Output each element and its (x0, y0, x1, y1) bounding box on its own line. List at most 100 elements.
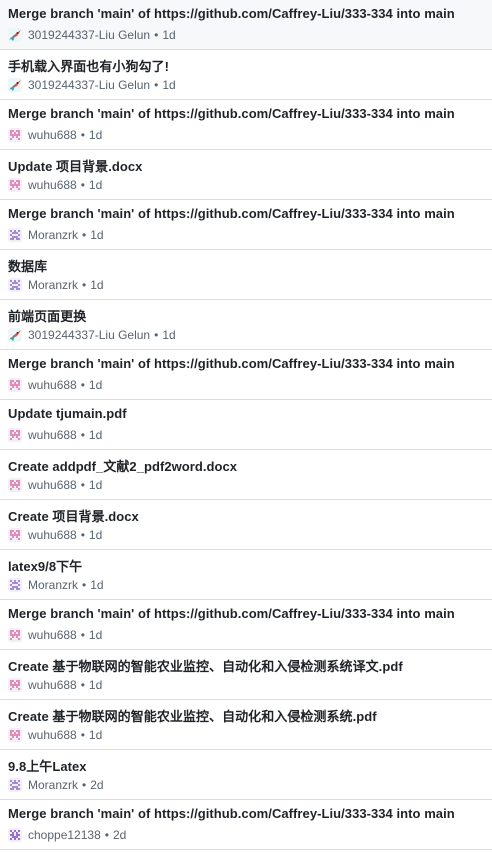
commit-age: 1d (88, 378, 103, 392)
pink-pixel-avatar-icon[interactable] (8, 678, 22, 692)
commit-age: 1d (88, 128, 103, 142)
separator-dot: • (80, 428, 85, 442)
commit-age: 1d (90, 578, 104, 592)
commit-author-link[interactable]: Moranzrk (28, 278, 78, 292)
commit-author-link[interactable]: Moranzrk (28, 778, 78, 792)
commit-row[interactable]: Merge branch 'main' of https://github.co… (0, 200, 492, 250)
commit-message-link[interactable]: Create 项目背景.docx (8, 506, 139, 525)
commit-author-link[interactable]: Moranzrk (28, 228, 78, 242)
commit-author-link[interactable]: 3019244337-Liu Gelun (28, 78, 150, 92)
commit-message-link[interactable]: Merge branch 'main' of https://github.co… (8, 356, 455, 371)
pink-pixel-avatar-icon[interactable] (8, 528, 22, 542)
commit-message-link[interactable]: Create addpdf_文献2_pdf2word.docx (8, 456, 237, 475)
commit-message-link[interactable]: Merge branch 'main' of https://github.co… (8, 806, 455, 821)
commit-row[interactable]: 前端页面更换 3019244337-Liu Gelun • 1d (0, 300, 492, 350)
separator-dot: • (82, 578, 87, 592)
commit-message-link[interactable]: Merge branch 'main' of https://github.co… (8, 206, 455, 221)
commit-row[interactable]: Create 基于物联网的智能农业监控、自动化和入侵检测系统.pdf wuhu68… (0, 700, 492, 750)
pink-pixel-avatar-icon[interactable] (8, 478, 22, 492)
separator-dot: • (82, 228, 87, 242)
pink-pixel-avatar-icon[interactable] (8, 378, 22, 392)
pink-pixel-avatar-icon[interactable] (8, 178, 22, 192)
purple-pixel-avatar-icon[interactable] (8, 228, 22, 242)
commit-message-link[interactable]: Update 项目背景.docx (8, 156, 142, 175)
separator-dot: • (104, 828, 109, 842)
separator-dot: • (154, 78, 159, 92)
commit-message-link[interactable]: Create 基于物联网的智能农业监控、自动化和入侵检测系统.pdf (8, 706, 377, 725)
commit-row[interactable]: Create 基于物联网的智能农业监控、自动化和入侵检测系统译文.pdf wuhu… (0, 650, 492, 700)
commit-age: 2d (112, 828, 127, 842)
commit-author-link[interactable]: wuhu688 (28, 528, 77, 542)
commit-author-link[interactable]: 3019244337-Liu Gelun (28, 28, 150, 42)
commit-row[interactable]: Merge branch 'main' of https://github.co… (0, 600, 492, 650)
bird-avatar-icon[interactable] (8, 328, 22, 342)
commit-message-link[interactable]: latex9/8下午 (8, 556, 82, 575)
commit-meta: choppe12138 • 2d (8, 827, 126, 843)
commit-author-link[interactable]: 3019244337-Liu Gelun (28, 328, 150, 342)
commit-meta: 3019244337-Liu Gelun • 1d (8, 327, 176, 343)
commit-author-link[interactable]: choppe12138 (28, 828, 101, 842)
commit-age: 1d (88, 428, 103, 442)
commit-author-link[interactable]: wuhu688 (28, 378, 77, 392)
commit-row[interactable]: Merge branch 'main' of https://github.co… (0, 800, 492, 850)
separator-dot: • (80, 628, 85, 642)
commit-author-link[interactable]: wuhu688 (28, 178, 77, 192)
purple-pixel-avatar-icon[interactable] (8, 278, 22, 292)
commit-age: 1d (90, 228, 104, 242)
commit-meta: wuhu688 • 1d (8, 127, 102, 143)
separator-dot: • (80, 528, 85, 542)
pink-pixel-avatar-icon[interactable] (8, 628, 22, 642)
commit-row[interactable]: Update tjumain.pdf wuhu688 • 1d (0, 400, 492, 450)
commit-meta: Moranzrk • 2d (8, 777, 104, 793)
commit-author-link[interactable]: wuhu688 (28, 478, 77, 492)
commit-meta: wuhu688 • 1d (8, 377, 102, 393)
pink-pixel-avatar-icon[interactable] (8, 728, 22, 742)
commit-age: 1d (88, 628, 103, 642)
commit-message-link[interactable]: 前端页面更换 (8, 306, 86, 325)
commit-author-link[interactable]: wuhu688 (28, 128, 77, 142)
commit-message-link[interactable]: Merge branch 'main' of https://github.co… (8, 6, 455, 21)
commit-row[interactable]: Merge branch 'main' of https://github.co… (0, 0, 492, 50)
commit-age: 1d (162, 28, 176, 42)
commit-message-link[interactable]: Update tjumain.pdf (8, 406, 127, 421)
commit-row[interactable]: 9.8上午Latex Moranzrk • 2d (0, 750, 492, 800)
pink-pixel-avatar-icon[interactable] (8, 128, 22, 142)
commit-message-link[interactable]: 数据库 (8, 256, 47, 275)
commit-author-link[interactable]: wuhu688 (28, 628, 77, 642)
purple-pixel-avatar-icon[interactable] (8, 778, 22, 792)
commit-row[interactable]: 手机载入界面也有小狗勾了! 3019244337-Liu Gelun • 1d (0, 50, 492, 100)
separator-dot: • (80, 128, 85, 142)
commit-row[interactable]: Merge branch 'main' of https://github.co… (0, 100, 492, 150)
commit-message-link[interactable]: 手机载入界面也有小狗勾了! (8, 56, 169, 75)
commit-meta: Moranzrk • 1d (8, 577, 104, 593)
commit-message-link[interactable]: Merge branch 'main' of https://github.co… (8, 106, 455, 121)
commit-meta: 3019244337-Liu Gelun • 1d (8, 27, 176, 43)
commit-row[interactable]: Merge branch 'main' of https://github.co… (0, 350, 492, 400)
commit-list: Merge branch 'main' of https://github.co… (0, 0, 492, 850)
commit-age: 1d (88, 678, 103, 692)
bird-avatar-icon[interactable] (8, 78, 22, 92)
bird-avatar-icon[interactable] (8, 28, 22, 42)
violet-pixel-avatar-icon[interactable] (8, 828, 22, 842)
commit-age: 1d (88, 178, 103, 192)
commit-author-link[interactable]: wuhu688 (28, 428, 77, 442)
commit-message-link[interactable]: Merge branch 'main' of https://github.co… (8, 606, 455, 621)
commit-meta: wuhu688 • 1d (8, 427, 102, 443)
separator-dot: • (154, 28, 159, 42)
commit-meta: wuhu688 • 1d (8, 477, 102, 493)
purple-pixel-avatar-icon[interactable] (8, 578, 22, 592)
commit-row[interactable]: Create 项目背景.docx wuhu688 • 1d (0, 500, 492, 550)
commit-message-link[interactable]: 9.8上午Latex (8, 756, 87, 775)
commit-row[interactable]: Create addpdf_文献2_pdf2word.docx wuhu688 • 1… (0, 450, 492, 500)
commit-row[interactable]: 数据库 Moranzrk • 1d (0, 250, 492, 300)
commit-meta: wuhu688 • 1d (8, 627, 102, 643)
commit-author-link[interactable]: wuhu688 (28, 728, 77, 742)
commit-row[interactable]: latex9/8下午 Moranzrk • 1d (0, 550, 492, 600)
commit-author-link[interactable]: Moranzrk (28, 578, 78, 592)
commit-age: 1d (88, 528, 103, 542)
commit-author-link[interactable]: wuhu688 (28, 678, 77, 692)
commit-age: 1d (162, 78, 176, 92)
commit-row[interactable]: Update 项目背景.docx wuhu688 • 1d (0, 150, 492, 200)
commit-message-link[interactable]: Create 基于物联网的智能农业监控、自动化和入侵检测系统译文.pdf (8, 656, 403, 675)
pink-pixel-avatar-icon[interactable] (8, 428, 22, 442)
